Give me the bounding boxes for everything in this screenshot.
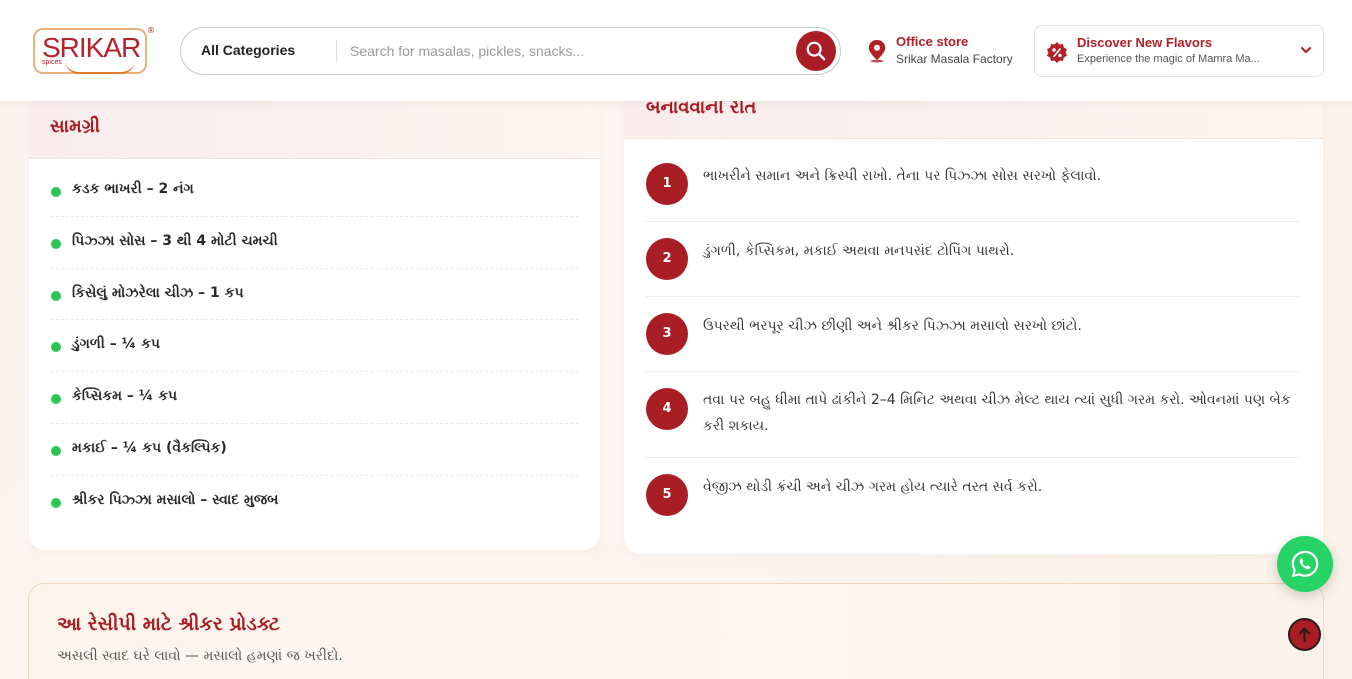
- step-number: 5: [646, 474, 688, 516]
- bullet-dot: [51, 187, 61, 197]
- method-steps: 1 ભાખરીને સમાન અને ક્રિસ્પી રાખો. તેના પ…: [646, 139, 1301, 548]
- products-title: આ રેસીપી માટે શ્રીકર પ્રોડક્ટ: [57, 613, 280, 635]
- step-number: 2: [646, 238, 688, 280]
- bullet-dot: [51, 497, 61, 508]
- step-text: ડુંગળી, કેપ્સિકમ, મકાઈ અથવા મનપસંદ ટોપિં…: [703, 243, 1015, 259]
- bullet-dot: [51, 290, 61, 301]
- search-divider: [336, 40, 337, 62]
- step-number: 4: [646, 388, 688, 430]
- bullet-dot: [51, 342, 61, 353]
- method-step: 1 ભાખરીને સમાન અને ક્રિસ્પી રાખો. તેના પ…: [646, 139, 1301, 222]
- ingredient-item: મકાઈ – ¼ કપ (વૈકલ્પિક): [51, 424, 578, 476]
- bullet-dot: [51, 445, 61, 456]
- category-select[interactable]: All Categories: [201, 42, 295, 58]
- ingredient-text: કેપ્સિકમ – ¼ કપ: [72, 388, 178, 405]
- ingredient-item: શ્રીકર પિઝ્ઝા મસાલો – સ્વાદ મુજબ: [51, 476, 578, 528]
- method-card: બનાવવાની રીત 1 ભાખરીને સમાન અને ક્રિસ્પી…: [624, 80, 1323, 554]
- step-number: 1: [646, 163, 688, 205]
- scroll-to-top-button[interactable]: [1288, 618, 1321, 651]
- step-number: 3: [646, 313, 688, 355]
- step-text: તવા પર બહુ ધીમા તાપે ઢાંકીને 2–4 મિનિટ અ…: [703, 392, 1291, 434]
- step-text: ભાખરીને સમાન અને ક્રિસ્પી રાખો. તેના પર …: [703, 168, 1102, 184]
- office-store[interactable]: Office store Srikar Masala Factory: [866, 33, 1026, 73]
- ingredient-text: કિસેલું મોઝરેલા ચીઝ – 1 કપ: [72, 284, 244, 301]
- site-header: SRIKAR spices ® All Categories Office st…: [0, 0, 1352, 101]
- ingredient-item: કડક ભાખરી – 2 નંગ: [51, 165, 578, 217]
- whatsapp-button[interactable]: [1277, 536, 1333, 592]
- srikar-logo[interactable]: SRIKAR spices ®: [33, 26, 155, 74]
- location-pin-icon: [868, 40, 886, 63]
- method-step: 4 તવા પર બહુ ધીમા તાપે ઢાંકીને 2–4 મિનિટ…: [646, 372, 1301, 458]
- logo-swoosh: [65, 60, 135, 74]
- ingredients-title: સામગ્રી: [50, 116, 100, 137]
- ingredient-text: ડુંગળી – ¼ કપ: [72, 336, 160, 353]
- ingredient-item: કિસેલું મોઝરેલા ચીઝ – 1 કપ: [51, 269, 578, 321]
- discount-badge-icon: [1047, 42, 1067, 63]
- ingredients-card: સામગ્રી કડક ભાખરી – 2 નંગ પિઝ્ઝા સોસ – 3…: [29, 97, 600, 550]
- store-title: Office store: [896, 34, 969, 49]
- discover-flavors-dropdown[interactable]: Discover New Flavors Experience the magi…: [1034, 25, 1324, 77]
- ingredient-text: કડક ભાખરી – 2 નંગ: [72, 181, 194, 197]
- ingredient-text: પિઝ્ઝા સોસ – 3 થી 4 મોટી ચમચી: [72, 232, 278, 249]
- ingredient-item: પિઝ્ઝા સોસ – 3 થી 4 મોટી ચમચી: [51, 217, 578, 269]
- products-subtitle: અસલી સ્વાદ ઘરે લાવો — મસાલો હમણાં જ ખરીદ…: [57, 648, 343, 664]
- whatsapp-icon: [1291, 550, 1319, 577]
- method-step: 2 ડુંગળી, કેપ્સિકમ, મકાઈ અથવા મનપસંદ ટોપ…: [646, 222, 1301, 297]
- method-step: 5 વેજીઝ થોડી ક્રંચી અને ચીઝ ગરમ હોય ત્યા…: [646, 458, 1301, 548]
- step-text: વેજીઝ થોડી ક્રંચી અને ચીઝ ગરમ હોય ત્યારે…: [703, 479, 1043, 495]
- arrow-up-icon: [1298, 627, 1311, 643]
- step-text: ઉપરથી ભરપૂર ચીઝ છીણી અને શ્રીકર પિઝ્ઝા મ…: [703, 318, 1082, 334]
- logo-registered-mark: ®: [147, 26, 155, 35]
- ingredient-item: ડુંગળી – ¼ કપ: [51, 320, 578, 373]
- bullet-dot: [51, 394, 61, 405]
- logo-subtext: spices: [42, 59, 62, 66]
- search-button[interactable]: [796, 31, 836, 71]
- search-icon: [806, 41, 826, 61]
- method-step: 3 ઉપરથી ભરપૂર ચીઝ છીણી અને શ્રીકર પિઝ્ઝા…: [646, 297, 1301, 372]
- ingredient-text: મકાઈ – ¼ કપ (વૈકલ્પિક): [72, 439, 227, 456]
- discover-title: Discover New Flavors: [1077, 35, 1213, 50]
- search-bar: All Categories: [180, 27, 841, 75]
- ingredient-text: શ્રીકર પિઝ્ઝા મસાલો – સ્વાદ મુજબ: [72, 491, 279, 508]
- search-input[interactable]: [341, 36, 791, 66]
- ingredients-header: સામગ્રી: [29, 97, 600, 159]
- discover-subtitle: Experience the magic of Mamra Ma...: [1077, 53, 1260, 65]
- ingredient-item: કેપ્સિકમ – ¼ કપ: [51, 372, 578, 424]
- recipe-products-section: આ રેસીપી માટે શ્રીકર પ્રોડક્ટ અસલી સ્વાદ…: [28, 583, 1324, 679]
- ingredients-list: કડક ભાખરી – 2 નંગ પિઝ્ઝા સોસ – 3 થી 4 મો…: [51, 165, 578, 528]
- chevron-down-icon: [1301, 47, 1311, 53]
- store-subtitle: Srikar Masala Factory: [896, 52, 1013, 66]
- bullet-dot: [51, 238, 61, 249]
